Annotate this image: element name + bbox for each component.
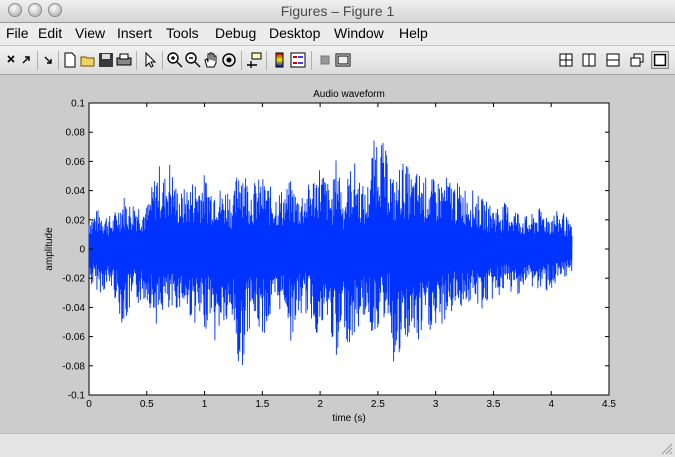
zoom-in-icon[interactable]	[166, 51, 184, 69]
legend-icon[interactable]	[289, 51, 307, 69]
toolbar-separator	[266, 51, 267, 70]
figure-window: Figures – Figure 1 File Edit View Insert…	[0, 0, 675, 457]
maximize-icon[interactable]	[651, 51, 669, 69]
y-tick-label: 0.08	[66, 128, 86, 139]
undock-icon[interactable]	[18, 51, 36, 69]
x-tick-label: 4.5	[602, 399, 616, 410]
x-tick-label: 3.5	[486, 399, 500, 410]
colorbar-icon[interactable]	[271, 51, 289, 69]
open-file-icon[interactable]	[79, 51, 97, 69]
hide-plot-tools-icon[interactable]	[316, 51, 334, 69]
toolbar-separator	[241, 51, 242, 70]
x-tick-label: 2	[317, 399, 323, 410]
menu-tools[interactable]: Tools	[166, 25, 199, 41]
toolbar-separator	[37, 51, 38, 70]
menu-window[interactable]: Window	[334, 25, 384, 41]
y-tick-label: -0.02	[62, 274, 85, 285]
print-icon[interactable]	[115, 51, 133, 69]
x-tick-label: 1.5	[255, 399, 269, 410]
menu-view[interactable]: View	[75, 25, 105, 41]
menu-bar: File Edit View Insert Tools Debug Deskto…	[0, 23, 675, 45]
status-bar	[0, 433, 675, 457]
figure-toolbar	[0, 45, 675, 75]
toolbar-separator	[136, 51, 137, 70]
x-tick-label: 0.5	[140, 399, 154, 410]
y-tick-label: -0.04	[62, 303, 85, 314]
x-tick-label: 1	[202, 399, 208, 410]
y-axis-label: amplitude	[44, 227, 55, 271]
y-tick-label: 0.1	[71, 99, 85, 110]
y-tick-label: 0	[79, 245, 85, 256]
pan-icon[interactable]	[202, 51, 220, 69]
window-title: Figures – Figure 1	[280, 3, 395, 19]
resize-grip-icon[interactable]	[659, 441, 673, 455]
y-tick-label: -0.06	[62, 332, 85, 343]
x-tick-label: 4	[548, 399, 554, 410]
x-axis-label: time (s)	[332, 413, 365, 424]
menu-file[interactable]: File	[6, 25, 29, 41]
x-tick-label: 3	[433, 399, 439, 410]
toolbar-separator	[311, 51, 312, 70]
chart-title: Audio waveform	[313, 89, 385, 100]
tile-layout-icon[interactable]	[557, 51, 575, 69]
left-right-layout-icon[interactable]	[580, 51, 598, 69]
toolbar-separator	[58, 51, 59, 70]
toolbar-separator	[162, 51, 163, 70]
menu-help[interactable]: Help	[399, 25, 428, 41]
edit-plot-icon[interactable]	[141, 51, 159, 69]
dock-icon[interactable]	[40, 51, 58, 69]
rotate-3d-icon[interactable]	[220, 51, 238, 69]
zoom-out-icon[interactable]	[184, 51, 202, 69]
show-plot-tools-icon[interactable]	[334, 51, 352, 69]
y-tick-label: 0.04	[66, 186, 86, 197]
data-cursor-icon[interactable]	[245, 51, 263, 69]
top-bottom-layout-icon[interactable]	[604, 51, 622, 69]
new-figure-icon[interactable]	[61, 51, 79, 69]
menu-edit[interactable]: Edit	[38, 25, 62, 41]
y-tick-label: 0.02	[66, 215, 86, 226]
plot-area[interactable]: 0 0.5 1 1.5 2 2.5 3 3.5 4 4.5 0.1 0.08 0.06 0.04 0.02 0…	[0, 75, 675, 433]
menu-desktop[interactable]: Desktop	[269, 25, 320, 41]
y-tick-label: 0.06	[66, 157, 86, 168]
x-tick-label: 0	[86, 399, 92, 410]
x-tick-label: 2.5	[371, 399, 385, 410]
y-tick-label: -0.1	[68, 391, 86, 402]
float-icon[interactable]	[628, 51, 646, 69]
title-bar: Figures – Figure 1	[0, 0, 675, 23]
save-icon[interactable]	[97, 51, 115, 69]
menu-insert[interactable]: Insert	[117, 25, 152, 41]
menu-debug[interactable]: Debug	[215, 25, 256, 41]
y-tick-label: -0.08	[62, 361, 85, 372]
